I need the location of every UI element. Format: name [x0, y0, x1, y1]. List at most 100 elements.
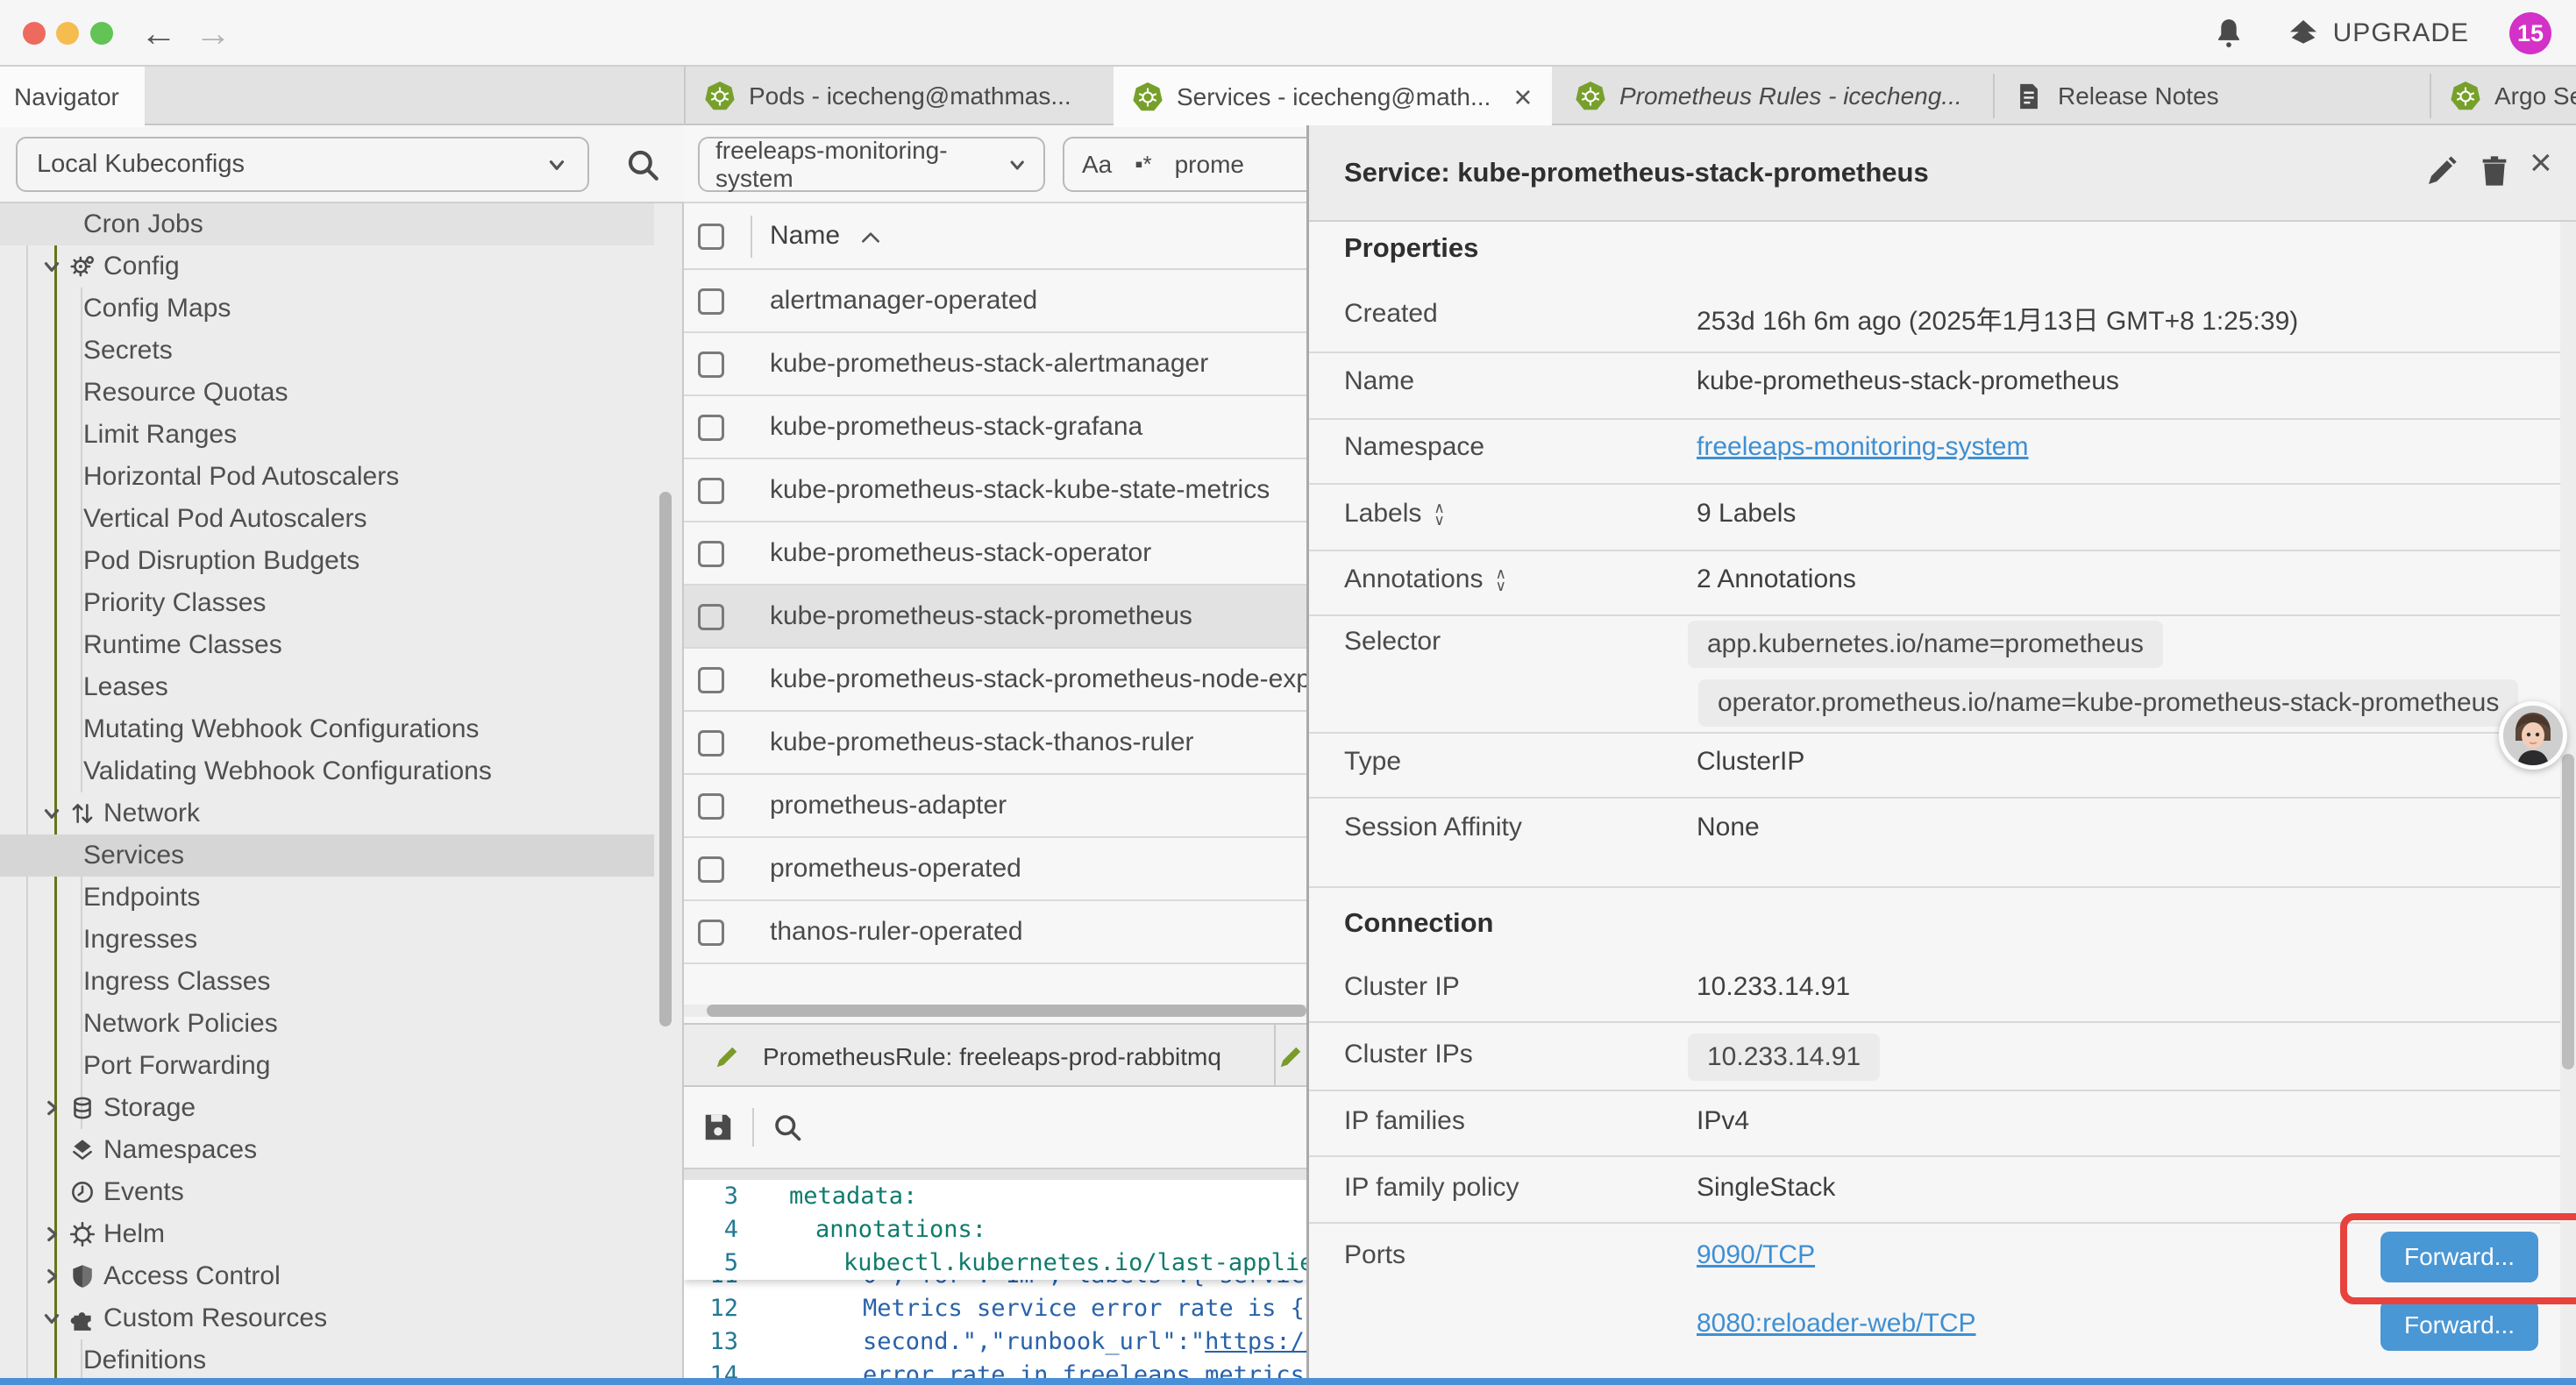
row-checkbox[interactable] [698, 352, 724, 378]
expand-collapse-icon[interactable]: ∧∨ [1434, 502, 1444, 527]
table-row[interactable]: kube-prometheus-stack-grafana [684, 396, 1306, 459]
table-row[interactable]: prometheus-adapter [684, 775, 1306, 838]
kubeconfig-selector[interactable]: Local Kubeconfigs [16, 137, 589, 192]
table-row[interactable]: kube-prometheus-stack-kube-state-metrics [684, 459, 1306, 522]
details-scrollbar-thumb[interactable] [2562, 754, 2574, 1069]
sidebar-item-endpoints[interactable]: Endpoints [0, 877, 654, 919]
annotations-value[interactable]: 2 Annotations [1697, 565, 1856, 594]
namespace-filter-select[interactable]: freeleaps-monitoring-system [698, 137, 1045, 192]
sidebar-item-network-policies[interactable]: Network Policies [0, 1003, 654, 1045]
tab-prometheus-rules[interactable]: Prometheus Rules - icecheng... [1556, 67, 1993, 125]
editor-tab-title: PrometheusRule: freeleaps-prod-rabbitmq [763, 1043, 1221, 1071]
forward-port-button[interactable]: Forward... [2380, 1300, 2538, 1351]
list-search-input[interactable]: Aa ▪* prome [1063, 137, 1334, 192]
minimize-window-button[interactable] [56, 22, 79, 45]
assistant-avatar[interactable] [2499, 701, 2567, 770]
table-row-selected[interactable]: kube-prometheus-stack-prometheus [684, 586, 1306, 649]
table-row[interactable]: kube-prometheus-stack-thanos-ruler [684, 712, 1306, 775]
port-link-8080[interactable]: 8080:reloader-web/TCP [1697, 1309, 1976, 1339]
close-window-button[interactable] [23, 22, 46, 45]
upgrade-button[interactable]: UPGRADE [2286, 16, 2469, 51]
sidebar-item-config-maps[interactable]: Config Maps [0, 288, 654, 330]
sidebar-item-leases[interactable]: Leases [0, 666, 654, 708]
row-checkbox[interactable] [698, 920, 724, 946]
sidebar-item-validating-webhook-configurations[interactable]: Validating Webhook Configurations [0, 750, 654, 792]
red-highlight-annotation [2340, 1213, 2576, 1304]
labels-value[interactable]: 9 Labels [1697, 499, 1796, 529]
sidebar-item-priority-classes[interactable]: Priority Classes [0, 582, 654, 624]
sidebar-group-network[interactable]: Network [0, 792, 654, 835]
edit-pencil-icon[interactable] [2424, 152, 2459, 190]
sidebar-item-ingress-classes[interactable]: Ingress Classes [0, 961, 654, 1003]
tab-services[interactable]: Services - icecheng@math... × [1114, 67, 1552, 127]
search-icon[interactable] [624, 146, 661, 183]
sidebar-item-horizontal-pod-autoscalers[interactable]: Horizontal Pod Autoscalers [0, 456, 654, 498]
name-value: kube-prometheus-stack-prometheus [1697, 366, 2119, 396]
name-column-header[interactable]: Name [770, 221, 840, 251]
regex-icon[interactable]: ▪* [1135, 151, 1151, 178]
sidebar-group-config[interactable]: Config [0, 245, 654, 288]
sidebar-item-cron-jobs[interactable]: Cron Jobs [0, 203, 654, 245]
namespace-link[interactable]: freeleaps-monitoring-system [1697, 432, 2028, 462]
horizontal-scrollbar[interactable] [684, 1005, 1306, 1017]
table-row[interactable]: kube-prometheus-stack-alertmanager [684, 333, 1306, 396]
row-checkbox[interactable] [698, 541, 724, 567]
bell-icon[interactable] [2212, 16, 2245, 51]
table-row[interactable]: alertmanager-operated [684, 270, 1306, 333]
port-link-9090[interactable]: 9090/TCP [1697, 1240, 1815, 1270]
row-checkbox[interactable] [698, 415, 724, 441]
sidebar-item-vertical-pod-autoscalers[interactable]: Vertical Pod Autoscalers [0, 498, 654, 540]
sidebar-item-events[interactable]: Events [0, 1171, 654, 1213]
sidebar-item-port-forwarding[interactable]: Port Forwarding [0, 1045, 654, 1087]
details-scrollbar-track[interactable] [2560, 222, 2576, 1385]
row-checkbox[interactable] [698, 793, 724, 820]
tab-argo[interactable]: Argo Se [2431, 67, 2576, 125]
row-checkbox[interactable] [698, 667, 724, 693]
row-checkbox[interactable] [698, 604, 724, 630]
match-case-icon[interactable]: Aa [1082, 151, 1112, 179]
sidebar-item-namespaces[interactable]: Namespaces [0, 1129, 654, 1171]
sidebar-group-access-control[interactable]: Access Control [0, 1255, 654, 1297]
sidebar-group-custom-resources[interactable]: Custom Resources [0, 1297, 654, 1339]
editor-tab-prometheusrule[interactable]: PrometheusRule: freeleaps-prod-rabbitmq [684, 1025, 1276, 1089]
editor-toolbar [684, 1087, 1306, 1168]
maximize-window-button[interactable] [90, 22, 113, 45]
sidebar-item-mutating-webhook-configurations[interactable]: Mutating Webhook Configurations [0, 708, 654, 750]
editor-search-icon[interactable] [772, 1112, 803, 1143]
save-icon[interactable] [701, 1111, 735, 1144]
sidebar-item-limit-ranges[interactable]: Limit Ranges [0, 414, 654, 456]
expand-collapse-icon[interactable]: ∧∨ [1495, 568, 1505, 593]
sidebar-item-secrets[interactable]: Secrets [0, 330, 654, 372]
close-icon[interactable]: × [2530, 141, 2552, 185]
row-checkbox[interactable] [698, 856, 724, 883]
close-tab-icon[interactable]: × [1513, 79, 1532, 116]
type-value: ClusterIP [1697, 747, 1804, 777]
navigator-panel-tab[interactable]: Navigator [0, 67, 145, 127]
table-row[interactable]: thanos-ruler-operated [684, 901, 1306, 964]
sidebar-item-runtime-classes[interactable]: Runtime Classes [0, 624, 654, 666]
sidebar-item-definitions[interactable]: Definitions [0, 1339, 654, 1381]
forward-button[interactable]: → [195, 12, 231, 54]
yaml-editor[interactable]: 11 0","for":"1m","labels":{"service":"m … [684, 1180, 1306, 1385]
sidebar-item-services[interactable]: Services [0, 835, 654, 877]
sidebar-scrollbar[interactable] [659, 492, 672, 1026]
sidebar-item-pod-disruption-budgets[interactable]: Pod Disruption Budgets [0, 540, 654, 582]
sidebar-item-ingresses[interactable]: Ingresses [0, 919, 654, 961]
select-all-checkbox[interactable] [698, 224, 724, 250]
sidebar-item-resource-quotas[interactable]: Resource Quotas [0, 372, 654, 414]
back-button[interactable]: ← [140, 12, 177, 54]
tab-release-notes[interactable]: Release Notes [1995, 67, 2428, 125]
table-row[interactable]: kube-prometheus-stack-operator [684, 522, 1306, 586]
sidebar-group-storage[interactable]: Storage [0, 1087, 654, 1129]
sort-ascending-icon[interactable] [859, 230, 882, 245]
row-checkbox[interactable] [698, 730, 724, 756]
row-checkbox[interactable] [698, 478, 724, 504]
tab-pods[interactable]: Pods - icecheng@mathmas... [684, 67, 1110, 125]
row-checkbox[interactable] [698, 288, 724, 315]
notification-badge[interactable]: 15 [2509, 12, 2551, 54]
table-row[interactable]: kube-prometheus-stack-prometheus-node-ex… [684, 649, 1306, 712]
table-row[interactable]: prometheus-operated [684, 838, 1306, 901]
editor-tab-partial[interactable] [1277, 1025, 1306, 1089]
delete-trash-icon[interactable] [2477, 152, 2512, 190]
sidebar-group-helm[interactable]: Helm [0, 1213, 654, 1255]
